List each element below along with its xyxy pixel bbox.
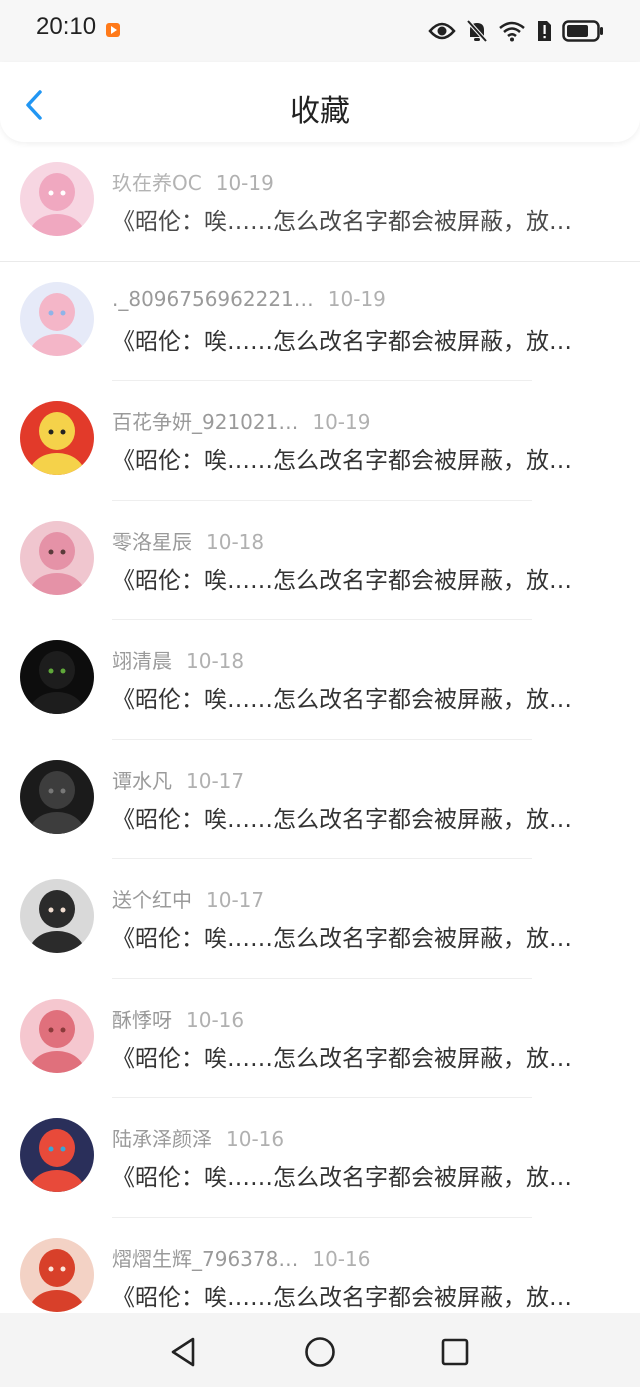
item-text[interactable]: 《昭伦：唉……怎么改名字都会被屏蔽，放…	[112, 1278, 607, 1312]
list-item[interactable]: 谭水凡 10-17 《昭伦：唉……怎么改名字都会被屏蔽，放…	[0, 740, 640, 859]
avatar[interactable]	[20, 998, 94, 1073]
avatar-image	[20, 520, 94, 595]
item-meta: 玖在养OC 10-19	[112, 167, 274, 196]
nav-home-button[interactable]	[303, 1335, 337, 1369]
avatar[interactable]	[20, 879, 94, 953]
item-meta: 送个红中 10-17	[112, 884, 264, 913]
date: 10-17	[206, 888, 265, 912]
username[interactable]: 翊清晨	[112, 645, 172, 674]
item-meta: 熠熠生辉_796378… 10-16	[112, 1243, 370, 1272]
item-text[interactable]: 《昭伦：唉……怎么改名字都会被屏蔽，放…	[112, 919, 607, 953]
square-recents-icon	[441, 1338, 469, 1366]
list-item[interactable]: ._8096756962221… 10-19 《昭伦：唉……怎么改名字都会被屏蔽，放…	[0, 262, 640, 381]
list-item[interactable]: 送个红中 10-17 《昭伦：唉……怎么改名字都会被屏蔽，放…	[0, 859, 640, 979]
username[interactable]: 酥悸呀	[112, 1004, 172, 1033]
date: 10-18	[186, 649, 245, 673]
list-item[interactable]: 陆承泽颜泽 10-16 《昭伦：唉……怎么改名字都会被屏蔽，放…	[0, 1098, 640, 1218]
username[interactable]: ._8096756962221…	[112, 287, 314, 311]
username[interactable]: 熠熠生辉_796378…	[112, 1243, 298, 1272]
video-app-notification-icon	[106, 23, 120, 37]
avatar-image	[20, 640, 94, 714]
username[interactable]: 零洛星辰	[112, 526, 192, 555]
item-meta: 百花争妍_921021… 10-19	[112, 406, 370, 435]
avatar[interactable]	[20, 281, 94, 356]
favorites-list: 玖在养OC 10-19 《昭伦：唉……怎么改名字都会被屏蔽，放… ._80967569…	[0, 142, 640, 1337]
username[interactable]: 玖在养OC	[112, 167, 202, 196]
header: 收藏	[0, 62, 640, 142]
date: 10-19	[312, 410, 371, 434]
nav-back-button[interactable]	[166, 1335, 200, 1369]
date: 10-18	[206, 529, 265, 554]
date: 10-17	[186, 768, 245, 793]
item-meta: 酥悸呀 10-16	[112, 1004, 244, 1033]
wifi-icon	[499, 21, 525, 42]
system-nav-bar	[0, 1313, 640, 1387]
avatar[interactable]	[20, 162, 94, 236]
avatar[interactable]	[20, 759, 94, 834]
date: 10-16	[312, 1246, 371, 1271]
username[interactable]: 百花争妍_921021…	[112, 406, 298, 435]
triangle-back-icon	[171, 1337, 195, 1367]
mute-bell-icon	[466, 19, 488, 43]
item-meta: ._8096756962221… 10-19	[112, 287, 386, 311]
username[interactable]: 送个红中	[112, 884, 192, 913]
alert-sim-icon	[538, 21, 551, 41]
item-meta: 陆承泽颜泽 10-16	[112, 1123, 284, 1152]
avatar[interactable]	[20, 401, 94, 475]
item-meta: 翊清晨 10-18	[112, 645, 244, 674]
eye-icon	[428, 22, 456, 40]
item-meta: 谭水凡 10-17	[112, 765, 244, 794]
status-time: 20:10	[36, 13, 97, 40]
date: 10-19	[215, 171, 274, 195]
date: 10-19	[327, 286, 386, 311]
item-text[interactable]: 《昭伦：唉……怎么改名字都会被屏蔽，放…	[112, 561, 607, 595]
date: 10-16	[226, 1127, 285, 1151]
status-icons	[428, 17, 604, 45]
item-text[interactable]: 《昭伦：唉……怎么改名字都会被屏蔽，放…	[112, 1158, 607, 1192]
item-text[interactable]: 《昭伦：唉……怎么改名字都会被屏蔽，放…	[112, 441, 607, 475]
username[interactable]: 陆承泽颜泽	[112, 1123, 212, 1152]
list-item[interactable]: 百花争妍_921021… 10-19 《昭伦：唉……怎么改名字都会被屏蔽，放…	[0, 381, 640, 501]
item-meta: 零洛星辰 10-18	[112, 526, 264, 555]
circle-home-icon	[305, 1337, 335, 1367]
avatar-image	[20, 879, 94, 953]
list-item[interactable]: 玖在养OC 10-19 《昭伦：唉……怎么改名字都会被屏蔽，放…	[0, 142, 640, 262]
item-text[interactable]: 《昭伦：唉……怎么改名字都会被屏蔽，放…	[112, 680, 607, 714]
avatar[interactable]	[20, 640, 94, 714]
item-text[interactable]: 《昭伦：唉……怎么改名字都会被屏蔽，放…	[112, 1039, 607, 1073]
avatar-image	[20, 401, 94, 475]
avatar-image	[20, 759, 94, 834]
avatar[interactable]	[20, 1237, 94, 1312]
item-text[interactable]: 《昭伦：唉……怎么改名字都会被屏蔽，放…	[112, 202, 607, 236]
avatar[interactable]	[20, 1118, 94, 1192]
avatar-image	[20, 1237, 94, 1312]
date: 10-16	[186, 1007, 245, 1032]
avatar-image	[20, 281, 94, 356]
avatar-image	[20, 162, 94, 236]
list-item[interactable]: 酥悸呀 10-16 《昭伦：唉……怎么改名字都会被屏蔽，放…	[0, 979, 640, 1098]
battery-icon	[562, 20, 603, 42]
avatar-image	[20, 998, 94, 1073]
page-title: 收藏	[290, 94, 350, 129]
avatar-image	[20, 1118, 94, 1192]
list-item[interactable]: 翊清晨 10-18 《昭伦：唉……怎么改名字都会被屏蔽，放…	[0, 620, 640, 740]
item-text[interactable]: 《昭伦：唉……怎么改名字都会被屏蔽，放…	[112, 322, 607, 356]
nav-recents-button[interactable]	[438, 1335, 472, 1369]
avatar[interactable]	[20, 520, 94, 595]
list-item[interactable]: 零洛星辰 10-18 《昭伦：唉……怎么改名字都会被屏蔽，放…	[0, 501, 640, 620]
status-bar: 20:10	[0, 0, 640, 62]
username[interactable]: 谭水凡	[112, 765, 172, 794]
item-text[interactable]: 《昭伦：唉……怎么改名字都会被屏蔽，放…	[112, 800, 607, 834]
